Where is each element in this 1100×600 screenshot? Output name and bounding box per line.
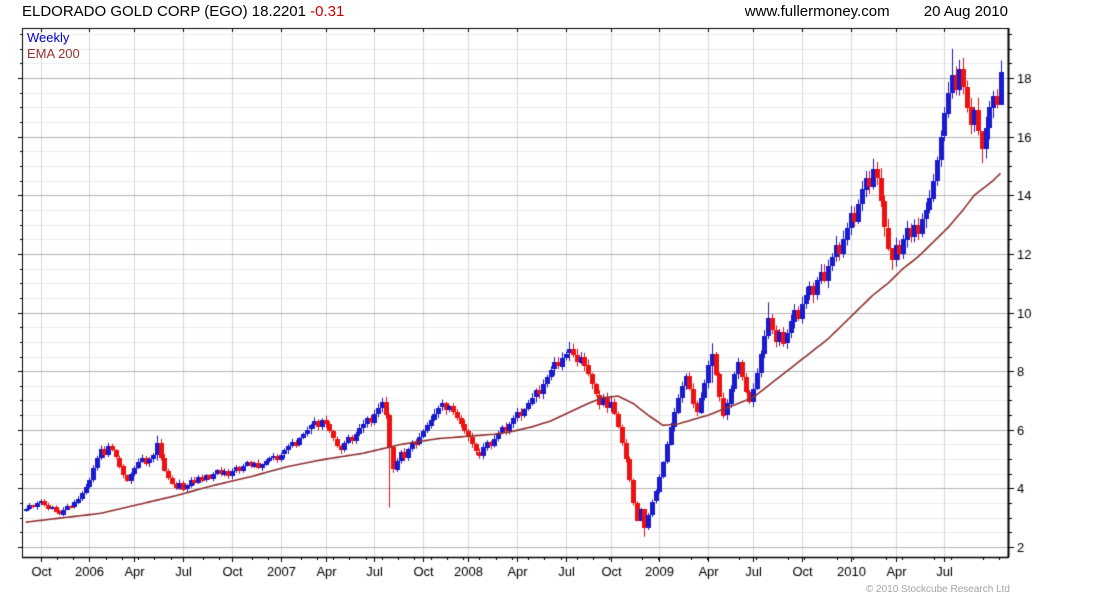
symbol-title: ELDORADO GOLD CORP (EGO) [22, 3, 248, 20]
chart-date: 20 Aug 2010 [923, 3, 1008, 20]
website-watermark: www.fullermoney.com [744, 3, 890, 20]
chart-title: ELDORADO GOLD CORP (EGO) 18.2201 -0.31 [22, 3, 344, 20]
legend-timeframe: Weekly [27, 30, 70, 45]
last-price: 18.2201 [251, 3, 306, 20]
copyright-notice: © 2010 Stockcube Research Ltd [865, 584, 1010, 595]
price-change: -0.31 [310, 3, 345, 20]
header-right: www.fullermoney.com 20 Aug 2010 [745, 3, 1008, 20]
legend-ema-200: EMA 200 [27, 46, 80, 61]
price-chart-canvas [0, 0, 1100, 600]
chart-window: ELDORADO GOLD CORP (EGO) 18.2201 -0.31 w… [0, 0, 1100, 600]
